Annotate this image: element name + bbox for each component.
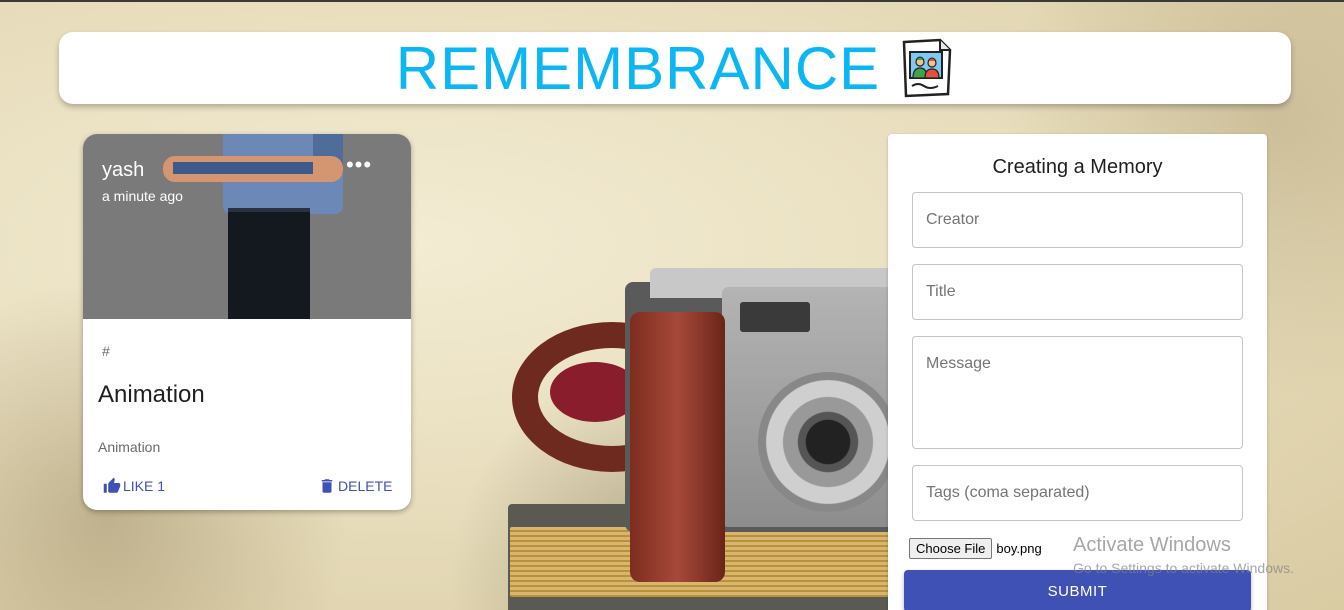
post-message: Animation [98,439,161,455]
camera-leather-case [630,312,725,582]
figure-device [173,162,313,174]
watermark-subtitle: Go to Settings to activate Windows. [1073,560,1294,576]
file-picker: Choose File boy.png [909,538,1042,559]
delete-button[interactable]: DELETE [318,477,392,495]
like-button[interactable]: LIKE 1 [103,477,165,495]
form-heading: Creating a Memory [992,156,1163,178]
camera-background-image [500,242,900,610]
app-header: REMEMBRANCE [59,32,1291,104]
more-options-button[interactable]: ••• [345,154,373,182]
camera-lens [758,372,898,512]
trash-icon [321,479,333,493]
memory-card-image: yash a minute ago ••• [83,134,411,319]
creator-input[interactable] [912,192,1243,248]
post-creator: yash [102,159,145,181]
post-timestamp: a minute ago [102,188,183,204]
memory-card: yash a minute ago ••• # Animation Animat… [83,134,411,510]
thumb-up-icon [103,477,121,493]
watermark-title: Activate Windows [1073,534,1231,556]
tags-input[interactable] [912,465,1243,521]
app-title: REMEMBRANCE [395,34,881,102]
photo-memories-icon [902,38,952,98]
delete-label: DELETE [338,478,393,494]
choose-file-button[interactable]: Choose File [909,538,993,559]
title-input[interactable] [912,264,1243,320]
selected-file-name: boy.png [996,541,1042,556]
camera-viewfinder [740,302,810,332]
post-title: Animation [98,381,205,408]
more-horizontal-icon: ••• [345,152,373,177]
post-tags: # [102,343,110,359]
activate-windows-watermark: Activate Windows Go to Settings to activ… [1073,534,1294,576]
message-input[interactable] [912,336,1243,449]
figure-pants [228,212,310,319]
submit-button[interactable]: SUBMIT [904,570,1251,610]
like-label: LIKE 1 [123,478,166,494]
